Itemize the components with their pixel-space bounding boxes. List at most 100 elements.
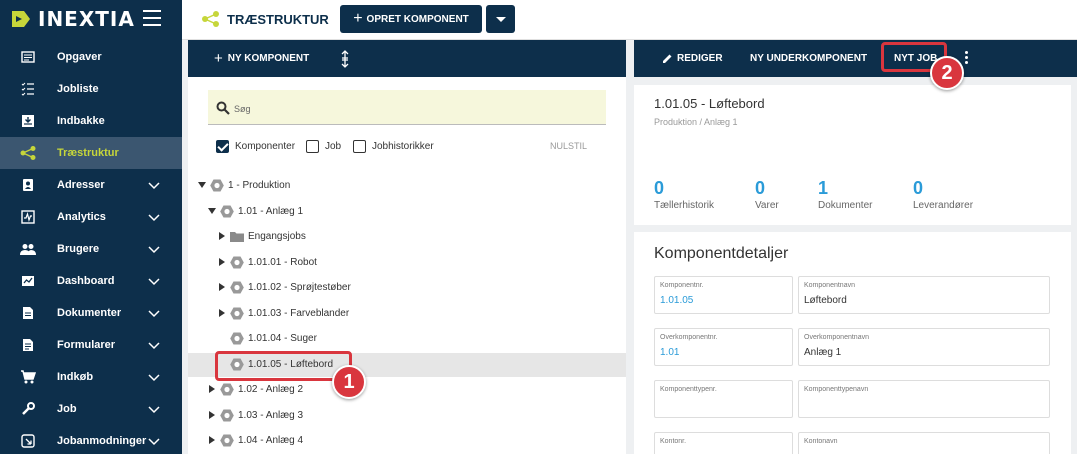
field-label: Komponenttypenr. bbox=[660, 386, 717, 393]
analytics-icon bbox=[20, 210, 36, 224]
sidebar-item-label: Jobliste bbox=[57, 83, 99, 95]
tree-panel: + NY KOMPONENT Søg Komponenter Job Jobhist… bbox=[188, 40, 626, 454]
field-value[interactable]: 1.01 bbox=[660, 347, 679, 358]
new-component-button[interactable]: + NY KOMPONENT bbox=[214, 49, 309, 67]
field-kontonr[interactable]: Kontonr. bbox=[654, 432, 793, 454]
sidebar-item-dashboard[interactable]: Dashboard bbox=[0, 265, 182, 297]
sidebar-item-indbakke[interactable]: Indbakke bbox=[0, 105, 182, 137]
caret-right-icon[interactable] bbox=[219, 283, 225, 291]
filter-checkbox-jobhistorikker[interactable]: Jobhistorikker bbox=[353, 140, 434, 153]
reset-button[interactable]: NULSTIL bbox=[550, 141, 587, 151]
chevron-down-icon bbox=[148, 435, 160, 447]
tree-node[interactable]: 1.01.04 - Suger bbox=[188, 327, 626, 351]
expand-collapse-icon[interactable] bbox=[340, 50, 350, 68]
folder-icon bbox=[230, 231, 244, 242]
tree-node-label: 1.04 - Anlæg 4 bbox=[238, 435, 304, 446]
filter-checkbox-job[interactable]: Job bbox=[306, 140, 341, 153]
create-component-button[interactable]: + OPRET KOMPONENT bbox=[340, 5, 482, 33]
sidebar-item-træstruktur[interactable]: Træstruktur bbox=[0, 137, 182, 169]
component-icon bbox=[220, 409, 234, 422]
tree-node[interactable]: 1.03 - Anlæg 3 bbox=[188, 404, 626, 428]
caret-right-icon[interactable] bbox=[209, 410, 215, 419]
stat-leverandører[interactable]: 0 Leverandører bbox=[913, 178, 973, 211]
selected-node-highlight bbox=[215, 351, 352, 381]
tree-icon bbox=[20, 146, 36, 160]
search-input[interactable]: Søg bbox=[208, 90, 606, 125]
logo[interactable]: INEXTIA bbox=[10, 7, 135, 31]
filter-checkbox-komponenter[interactable]: Komponenter bbox=[216, 140, 295, 153]
component-icon bbox=[230, 332, 244, 345]
tree-node[interactable]: 1.01.02 - Sprøjtestøber bbox=[188, 276, 626, 300]
tree-node[interactable]: Engangsjobs bbox=[188, 225, 626, 249]
tree-node[interactable]: 1.01.03 - Farveblander bbox=[188, 302, 626, 326]
edit-label: REDIGER bbox=[677, 53, 723, 64]
caret-down-icon[interactable] bbox=[208, 207, 216, 214]
stat-value: 0 bbox=[654, 178, 665, 198]
checkbox-icon bbox=[353, 140, 366, 153]
sidebar-item-formularer[interactable]: Formularer bbox=[0, 329, 182, 361]
caret-right-icon[interactable] bbox=[219, 308, 225, 317]
stat-label: Dokumenter bbox=[818, 200, 873, 211]
stat-tællerhistorik[interactable]: 0 Tællerhistorik bbox=[654, 178, 714, 211]
search-placeholder: Søg bbox=[234, 104, 251, 114]
sidebar-item-indkøb[interactable]: Indkøb bbox=[0, 361, 182, 393]
top-bar: TRÆSTRUKTUR + OPRET KOMPONENT bbox=[182, 0, 1077, 40]
filter-label: Komponenter bbox=[235, 141, 296, 152]
sidebar-item-adresser[interactable]: Adresser bbox=[0, 169, 182, 201]
chevron-down-icon bbox=[148, 403, 160, 415]
caret-right-icon[interactable] bbox=[209, 436, 215, 444]
detail-panel: REDIGER NY UNDERKOMPONENT NYT JOB 1.01.0… bbox=[634, 40, 1077, 454]
caret-down-icon[interactable] bbox=[198, 182, 206, 188]
chevron-down-icon bbox=[148, 339, 160, 351]
field-komponentnr[interactable]: Komponentnr. 1.01.05 bbox=[654, 276, 793, 314]
tree-node[interactable]: 1.04 - Anlæg 4 bbox=[188, 429, 626, 453]
pencil-icon bbox=[662, 53, 673, 64]
sidebar-item-label: Jobanmodninger bbox=[57, 435, 147, 447]
caret-right-icon[interactable] bbox=[219, 232, 225, 240]
caret-right-icon[interactable] bbox=[219, 257, 225, 266]
tree-node[interactable]: 1 - Produktion bbox=[188, 174, 626, 198]
field-komponentnavn[interactable]: Komponentnavn Løftebord bbox=[798, 276, 1050, 314]
more-options-icon[interactable] bbox=[965, 51, 969, 65]
tree-structure-icon bbox=[202, 11, 220, 27]
new-subcomponent-button[interactable]: NY UNDERKOMPONENT bbox=[750, 53, 867, 64]
menu-toggle-icon[interactable] bbox=[143, 10, 161, 26]
stat-dokumenter[interactable]: 1 Dokumenter bbox=[818, 178, 872, 211]
field-kontonavn[interactable]: Kontonavn bbox=[798, 432, 1050, 454]
tree-node-label: 1.01.01 - Robot bbox=[248, 256, 317, 268]
sidebar-item-brugere[interactable]: Brugere bbox=[0, 233, 182, 265]
sidebar-item-analytics[interactable]: Analytics bbox=[0, 201, 182, 233]
plus-icon: + bbox=[353, 10, 363, 27]
filter-label: Jobhistorikker bbox=[372, 141, 434, 152]
tree-node[interactable]: 1.01.01 - Robot bbox=[188, 251, 626, 275]
sidebar-item-jobanmodninger[interactable]: Jobanmodninger bbox=[0, 425, 182, 454]
field-overkomponentnr[interactable]: Overkomponentnr. 1.01 bbox=[654, 328, 793, 366]
tree-node[interactable]: 1.02 - Anlæg 2 bbox=[188, 378, 626, 402]
wrench-icon bbox=[20, 402, 36, 416]
create-dropdown-button[interactable] bbox=[486, 5, 515, 33]
chevron-down-icon bbox=[148, 275, 160, 287]
component-path: Produktion / Anlæg 1 bbox=[654, 117, 738, 127]
stat-varer[interactable]: 0 Varer bbox=[755, 178, 779, 211]
sidebar-item-job[interactable]: Job bbox=[0, 393, 182, 425]
field-overkomponentnavn[interactable]: Overkomponentnavn Anlæg 1 bbox=[798, 328, 1050, 366]
plus-icon: + bbox=[214, 49, 223, 67]
caret-right-icon[interactable] bbox=[209, 385, 215, 393]
sidebar-item-opgaver[interactable]: Opgaver bbox=[0, 41, 182, 73]
stat-label: Tællerhistorik bbox=[654, 200, 715, 211]
component-icon bbox=[230, 256, 244, 269]
component-icon bbox=[220, 205, 234, 218]
field-komponenttypenr[interactable]: Komponenttypenr. bbox=[654, 380, 793, 418]
field-komponenttypenavn[interactable]: Komponenttypenavn bbox=[798, 380, 1050, 418]
sidebar-item-label: Formularer bbox=[57, 339, 116, 351]
edit-button[interactable]: REDIGER bbox=[662, 53, 723, 64]
tree-node-label: 1.01 - Anlæg 1 bbox=[238, 205, 304, 217]
field-value[interactable]: 1.01.05 bbox=[660, 295, 693, 306]
tree-node-label: Engangsjobs bbox=[248, 231, 306, 242]
tree-node[interactable]: 1.01 - Anlæg 1 bbox=[188, 200, 626, 224]
field-label: Overkomponentnavn bbox=[804, 334, 869, 341]
sidebar-item-jobliste[interactable]: Jobliste bbox=[0, 73, 182, 105]
field-value: Anlæg 1 bbox=[804, 347, 842, 358]
sidebar-item-dokumenter[interactable]: Dokumenter bbox=[0, 297, 182, 329]
tree-node-label: 1.03 - Anlæg 3 bbox=[238, 409, 304, 421]
